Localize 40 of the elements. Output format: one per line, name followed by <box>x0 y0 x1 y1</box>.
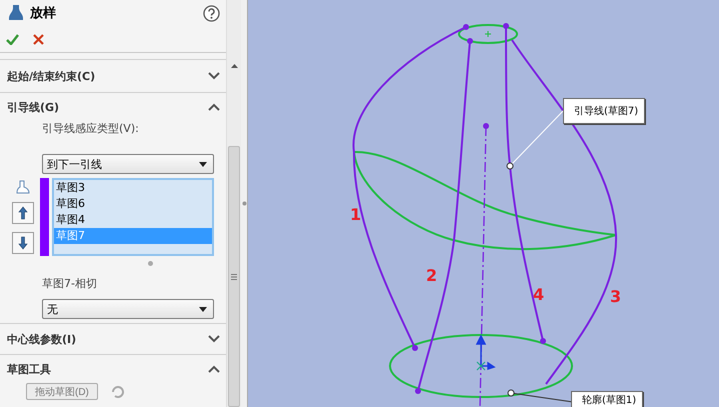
help-icon[interactable] <box>203 4 220 22</box>
anchor-point-icon[interactable] <box>506 162 514 170</box>
grip-icon <box>242 201 246 206</box>
list-item[interactable]: 草图3 <box>54 180 212 196</box>
arrow-up-icon <box>18 206 28 220</box>
caret-icon <box>199 306 207 312</box>
ok-button[interactable] <box>6 34 19 44</box>
curve-number: 4 <box>533 285 544 304</box>
move-up-button[interactable] <box>12 202 34 224</box>
curve-select-icon[interactable] <box>16 180 30 194</box>
drag-sketch-button[interactable]: 拖动草图(D) <box>26 383 98 400</box>
panel-title: 放样 <box>30 5 57 22</box>
chevron-down-icon[interactable] <box>208 335 220 343</box>
cancel-button[interactable] <box>33 34 44 44</box>
loft-icon <box>8 4 24 22</box>
move-down-button[interactable] <box>12 232 34 254</box>
chevron-down-icon[interactable] <box>208 72 220 80</box>
scroll-up-icon[interactable] <box>230 64 238 68</box>
curve-number: 2 <box>426 266 438 285</box>
influence-type-label: 引导线感应类型(V): <box>42 121 140 136</box>
close-icon <box>33 34 44 44</box>
chevron-up-icon[interactable] <box>208 103 220 111</box>
caret-icon <box>199 162 207 166</box>
callout-label[interactable]: 引导线(草图7) <box>563 98 646 124</box>
curve-number: 1 <box>350 205 362 224</box>
list-item[interactable]: 草图4 <box>54 212 212 228</box>
influence-type-dropdown[interactable]: 到下一引线 <box>42 154 214 174</box>
resize-handle-icon[interactable] <box>148 261 153 266</box>
leader-line <box>510 110 564 166</box>
curve-number: 3 <box>610 287 622 306</box>
arrow-down-icon <box>18 236 28 250</box>
list-item[interactable]: 草图6 <box>54 196 212 212</box>
callout-label[interactable]: 轮廓(草图1) <box>571 391 644 407</box>
chevron-up-icon[interactable] <box>208 365 220 373</box>
tangency-label: 草图7-相切 <box>42 276 98 291</box>
anchor-point-icon[interactable] <box>508 390 514 396</box>
tangency-dropdown[interactable]: 无 <box>42 299 214 319</box>
grip-icon <box>231 274 237 280</box>
scrollbar-thumb[interactable] <box>228 146 240 407</box>
check-icon <box>6 34 19 44</box>
